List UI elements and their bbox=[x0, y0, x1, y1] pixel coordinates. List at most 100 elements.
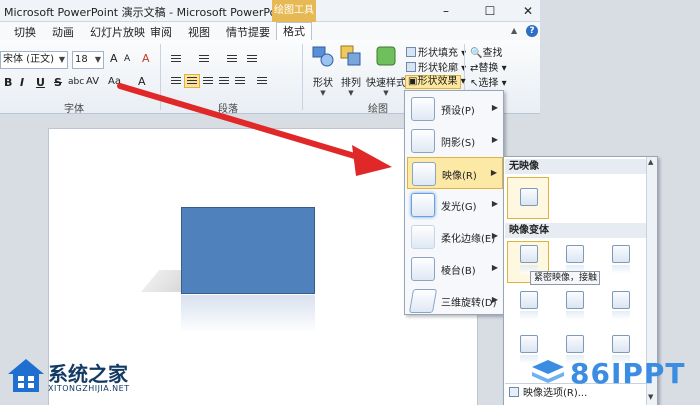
house-logo-icon bbox=[8, 359, 44, 392]
align-right-icon[interactable] bbox=[200, 74, 216, 88]
chevron-right-icon: ▶ bbox=[491, 135, 498, 144]
bullets-icon[interactable] bbox=[168, 52, 184, 66]
tab-slideshow[interactable]: 幻灯片放映 bbox=[90, 24, 145, 40]
reflection-thumb[interactable] bbox=[520, 335, 538, 353]
help-icon[interactable]: ? bbox=[526, 25, 538, 37]
find-button[interactable]: 🔍查找 bbox=[470, 44, 502, 59]
reflection-thumb-mirror bbox=[520, 311, 538, 320]
paint-bucket-icon bbox=[406, 47, 416, 57]
reflection-thumb[interactable] bbox=[566, 291, 584, 309]
shape-effects-button[interactable]: ▣形状效果 ▾ bbox=[405, 75, 466, 89]
chevron-right-icon: ▶ bbox=[491, 231, 498, 240]
tab-format[interactable]: 格式 bbox=[276, 22, 312, 41]
font-color-button[interactable]: A bbox=[138, 75, 146, 88]
clear-format-button[interactable]: A bbox=[142, 52, 150, 65]
bevel-icon bbox=[411, 257, 435, 281]
italic-button[interactable]: I bbox=[20, 76, 24, 89]
align-center-icon[interactable] bbox=[184, 74, 200, 88]
tab-review[interactable]: 审阅 bbox=[150, 24, 172, 40]
reflection-thumb[interactable] bbox=[520, 291, 538, 309]
strikethrough-button[interactable]: S bbox=[54, 76, 62, 89]
quick-styles-button[interactable]: 快速样式 ▼ bbox=[366, 44, 406, 97]
rectangle-shape[interactable] bbox=[181, 207, 315, 294]
font-name-value: 宋体 (正文) bbox=[3, 54, 54, 65]
ribbon-tab-row: 切换 动画 幻灯片放映 审阅 视图 情节提要 格式 bbox=[0, 22, 540, 41]
chevron-right-icon: ▶ bbox=[491, 103, 498, 112]
reflection-thumb-mirror bbox=[612, 311, 630, 320]
minimize-ribbon-icon[interactable]: ▲ bbox=[511, 26, 517, 35]
chevron-right-icon: ▶ bbox=[491, 295, 498, 304]
scroll-up-icon[interactable]: ▲ bbox=[648, 158, 653, 166]
minimize-button[interactable]: – bbox=[438, 3, 454, 19]
watermark-subtitle: XITONGZHIJIA.NET bbox=[48, 384, 130, 393]
character-spacing-button[interactable]: AV bbox=[86, 76, 99, 87]
grow-font-button[interactable]: A bbox=[110, 52, 118, 65]
group-divider bbox=[160, 44, 161, 110]
glow-icon bbox=[411, 193, 435, 217]
decrease-indent-icon[interactable] bbox=[224, 52, 240, 66]
stack-logo-icon bbox=[532, 360, 564, 383]
font-size-combo[interactable]: 18 ▼ bbox=[72, 51, 104, 69]
drawing-group-label: 绘图 bbox=[368, 104, 388, 115]
change-case-button[interactable]: Aa bbox=[108, 76, 121, 87]
shape-outline-button[interactable]: 形状轮廓 ▾ bbox=[406, 59, 466, 74]
scroll-down-icon[interactable]: ▼ bbox=[648, 393, 653, 401]
select-button[interactable]: ↖选择 ▾ bbox=[470, 74, 507, 89]
replace-button[interactable]: ⇄替换 ▾ bbox=[470, 59, 507, 74]
reflection-thumb[interactable] bbox=[612, 335, 630, 353]
menu-item-bevel[interactable]: 棱台(B) ▶ bbox=[407, 253, 503, 285]
arrange-label: 排列 bbox=[341, 78, 361, 89]
font-name-combo[interactable]: 宋体 (正文) ▼ bbox=[0, 51, 68, 69]
chevron-right-icon: ▶ bbox=[491, 199, 498, 208]
reflection-thumb[interactable] bbox=[566, 245, 584, 263]
shape-fill-button[interactable]: 形状填充 ▾ bbox=[406, 44, 466, 59]
window-title: Microsoft PowerPoint 演示文稿 - Microsoft Po… bbox=[4, 6, 291, 19]
no-reflection-heading: 无映像 bbox=[505, 159, 646, 174]
menu-item-glow[interactable]: 发光(G) ▶ bbox=[407, 189, 503, 221]
watermark-brand: 86IPPT bbox=[570, 357, 686, 390]
tab-storyboard[interactable]: 情节提要 bbox=[226, 24, 270, 40]
preset-icon bbox=[411, 97, 435, 121]
font-size-value: 18 bbox=[75, 54, 88, 65]
paragraph-group-label: 段落 bbox=[218, 104, 238, 115]
watermark-title: 系统之家 bbox=[48, 362, 128, 386]
reflection-thumb[interactable] bbox=[612, 245, 630, 263]
shape-effects-menu: 预设(P) ▶ 阴影(S) ▶ 映像(R) ▶ 发光(G) ▶ 柔化边缘(E) ▶ 棱台(… bbox=[404, 90, 504, 315]
xitongzhijia-watermark: 系统之家 XITONGZHIJIA.NET bbox=[4, 350, 174, 402]
align-left-icon[interactable] bbox=[168, 74, 184, 88]
tab-view[interactable]: 视图 bbox=[188, 24, 210, 40]
chevron-right-icon: ▶ bbox=[490, 168, 497, 177]
shrink-font-button[interactable]: A bbox=[124, 54, 130, 64]
menu-item-preset[interactable]: 预设(P) ▶ bbox=[407, 93, 503, 125]
reflection-variants-heading: 映像变体 bbox=[505, 223, 646, 238]
menu-item-3d-rotation[interactable]: 三维旋转(D) ▶ bbox=[407, 285, 503, 317]
reflection-thumb-mirror bbox=[566, 311, 584, 320]
arrange-button[interactable]: 排列 ▼ bbox=[334, 44, 368, 97]
chevron-right-icon: ▶ bbox=[491, 263, 498, 272]
text-shadow-button[interactable]: abc bbox=[68, 77, 84, 87]
numbering-icon[interactable] bbox=[196, 52, 212, 66]
menu-item-reflection[interactable]: 映像(R) ▶ bbox=[407, 157, 503, 189]
bold-button[interactable]: B bbox=[4, 76, 12, 89]
close-button[interactable]: ✕ bbox=[520, 3, 536, 19]
menu-item-soft-edges[interactable]: 柔化边缘(E) ▶ bbox=[407, 221, 503, 253]
reflection-thumb bbox=[520, 245, 538, 263]
maximize-button[interactable]: ☐ bbox=[482, 3, 498, 19]
shape-reflection bbox=[181, 295, 315, 333]
drawing-tools-context-tab: 绘图工具 bbox=[272, 0, 316, 22]
quick-styles-label: 快速样式 bbox=[366, 78, 406, 89]
tab-animations[interactable]: 动画 bbox=[52, 24, 74, 40]
columns-icon[interactable] bbox=[254, 74, 270, 88]
reflection-thumb[interactable] bbox=[612, 291, 630, 309]
title-bar: Microsoft PowerPoint 演示文稿 - Microsoft Po… bbox=[0, 0, 540, 22]
tooltip: 紧密映像，接触 bbox=[530, 271, 600, 285]
tab-transitions[interactable]: 切换 bbox=[14, 24, 36, 40]
distributed-icon[interactable] bbox=[232, 74, 248, 88]
underline-button[interactable]: U bbox=[36, 76, 45, 89]
menu-item-shadow[interactable]: 阴影(S) ▶ bbox=[407, 125, 503, 157]
reflection-thumb[interactable] bbox=[566, 335, 584, 353]
increase-indent-icon[interactable] bbox=[244, 52, 260, 66]
justify-icon[interactable] bbox=[216, 74, 232, 88]
quick-styles-icon bbox=[376, 46, 396, 66]
chevron-down-icon: ▼ bbox=[383, 89, 389, 97]
